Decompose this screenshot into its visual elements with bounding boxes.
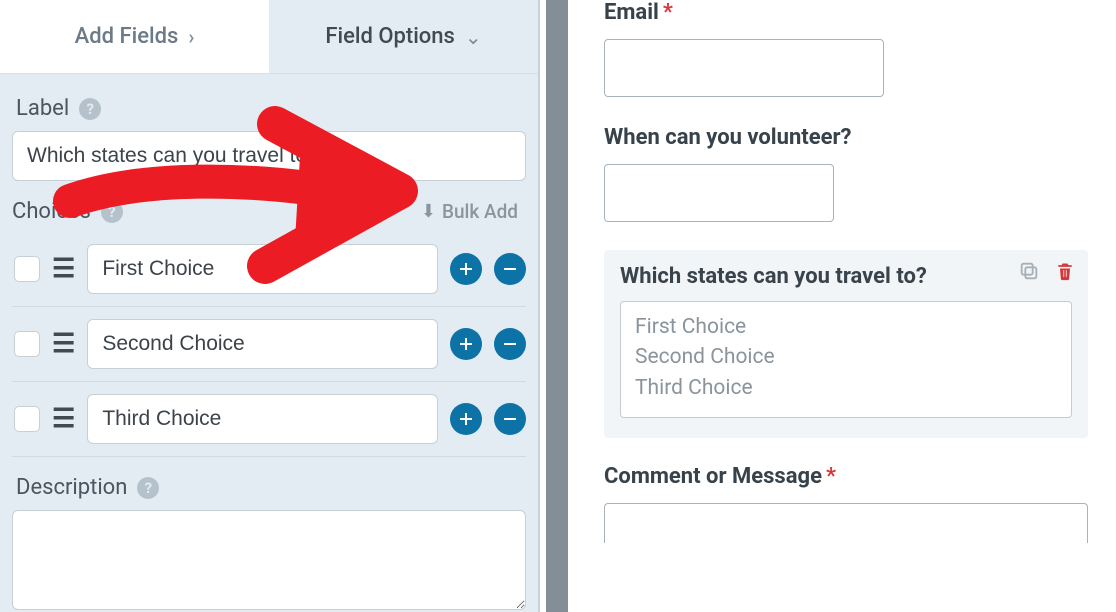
choice-row: ☰ bbox=[12, 382, 526, 457]
description-text: Description bbox=[16, 475, 127, 500]
choice-remove-button[interactable] bbox=[494, 403, 526, 435]
field-toolbar bbox=[1018, 260, 1076, 282]
duplicate-icon[interactable] bbox=[1018, 260, 1040, 282]
trash-icon[interactable] bbox=[1054, 260, 1076, 282]
description-input[interactable] bbox=[12, 510, 526, 610]
field-label: When can you volunteer? bbox=[604, 125, 1088, 150]
choice-default-checkbox[interactable] bbox=[14, 406, 40, 432]
field-label: Comment or Message* bbox=[604, 464, 1088, 489]
tab-add-fields[interactable]: Add Fields › bbox=[0, 0, 269, 73]
choice-input[interactable] bbox=[87, 319, 438, 369]
choice-row: ☰ bbox=[12, 232, 526, 307]
tab-field-options[interactable]: Field Options ⌄ bbox=[269, 0, 538, 73]
label-input[interactable] bbox=[12, 131, 526, 181]
preview-volunteer-field[interactable]: When can you volunteer? bbox=[604, 125, 1088, 222]
selected-field-label: Which states can you travel to? bbox=[620, 264, 1072, 289]
label-text: Comment or Message bbox=[604, 464, 822, 489]
form-preview: Email* When can you volunteer? Which sta… bbox=[576, 0, 1116, 612]
choice-input[interactable] bbox=[87, 394, 438, 444]
choices-section-header: Choices ? bbox=[12, 199, 123, 224]
drag-handle-icon[interactable]: ☰ bbox=[52, 331, 75, 357]
label-text: Email bbox=[604, 0, 659, 25]
help-icon[interactable]: ? bbox=[79, 98, 101, 120]
download-icon: ⬇ bbox=[421, 201, 436, 222]
choice-add-button[interactable] bbox=[450, 328, 482, 360]
selected-field-options[interactable]: First Choice Second Choice Third Choice bbox=[620, 301, 1072, 418]
bulk-add-button[interactable]: ⬇ Bulk Add bbox=[421, 200, 526, 223]
choice-remove-button[interactable] bbox=[494, 253, 526, 285]
required-asterisk: * bbox=[663, 0, 673, 25]
help-icon[interactable]: ? bbox=[137, 477, 159, 499]
choice-input[interactable] bbox=[87, 244, 438, 294]
tab-label: Field Options bbox=[325, 24, 455, 49]
bulk-add-label: Bulk Add bbox=[442, 200, 518, 223]
option-text: Third Choice bbox=[635, 373, 1057, 403]
required-asterisk: * bbox=[826, 464, 836, 489]
tab-label: Add Fields bbox=[75, 24, 179, 49]
chevron-down-icon: ⌄ bbox=[465, 25, 482, 49]
choice-default-checkbox[interactable] bbox=[14, 256, 40, 282]
drag-handle-icon[interactable]: ☰ bbox=[52, 406, 75, 432]
field-options-panel: Add Fields › Field Options ⌄ Label ? Cho… bbox=[0, 0, 540, 612]
preview-selected-field[interactable]: Which states can you travel to? First Ch… bbox=[604, 250, 1088, 438]
label-section-header: Label ? bbox=[16, 96, 526, 121]
choices-text: Choices bbox=[12, 199, 91, 224]
volunteer-input[interactable] bbox=[604, 164, 834, 222]
email-input[interactable] bbox=[604, 39, 884, 97]
choice-add-button[interactable] bbox=[450, 253, 482, 285]
choice-add-button[interactable] bbox=[450, 403, 482, 435]
help-icon[interactable]: ? bbox=[101, 201, 123, 223]
comment-textarea[interactable] bbox=[604, 503, 1088, 543]
option-text: Second Choice bbox=[635, 342, 1057, 372]
preview-comment-field[interactable]: Comment or Message* bbox=[604, 464, 1088, 543]
choice-row: ☰ bbox=[12, 307, 526, 382]
label-text: Label bbox=[16, 96, 69, 121]
choice-default-checkbox[interactable] bbox=[14, 331, 40, 357]
options-body: Label ? Choices ? ⬇ Bulk Add ☰ bbox=[0, 74, 538, 612]
panel-tabs: Add Fields › Field Options ⌄ bbox=[0, 0, 538, 74]
preview-email-field[interactable]: Email* bbox=[604, 0, 1088, 97]
option-text: First Choice bbox=[635, 312, 1057, 342]
chevron-right-icon: › bbox=[188, 25, 194, 49]
field-label: Email* bbox=[604, 0, 1088, 25]
drag-handle-icon[interactable]: ☰ bbox=[52, 256, 75, 282]
choice-remove-button[interactable] bbox=[494, 328, 526, 360]
description-section-header: Description ? bbox=[16, 475, 526, 500]
panel-divider bbox=[546, 0, 568, 612]
